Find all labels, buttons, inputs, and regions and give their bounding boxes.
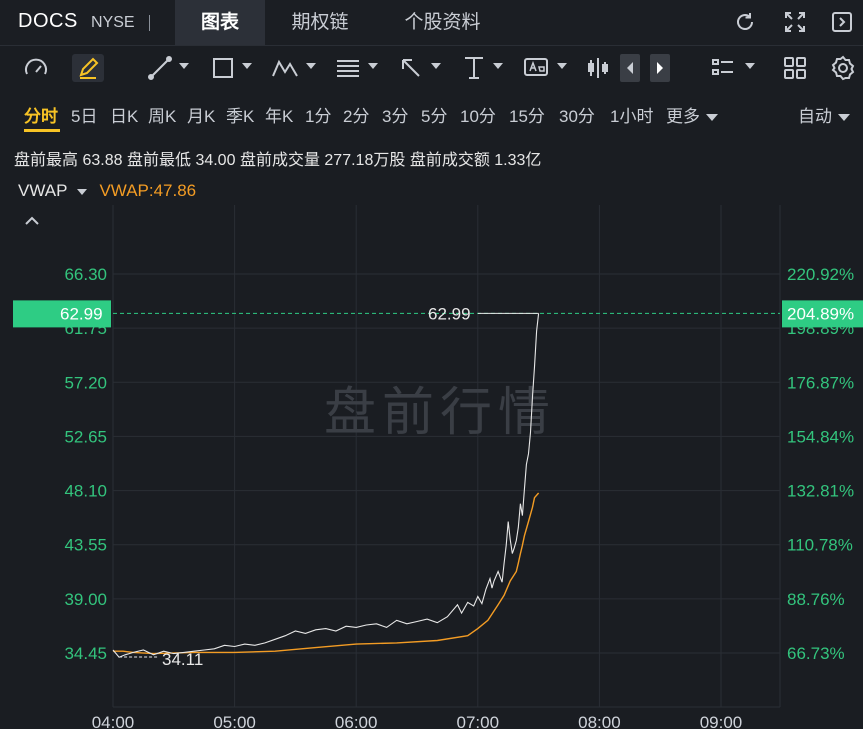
period-1m[interactable]: 1分	[305, 102, 331, 127]
period-15m[interactable]: 15分	[509, 102, 545, 127]
period-more[interactable]: 更多	[666, 102, 718, 127]
period-selector: 分时 5日 日K 周K 月K 季K 年K 1分 2分 3分 5分 10分 15分…	[0, 96, 863, 132]
chevron-down-icon	[706, 114, 718, 122]
x-axis-label: 07:00	[457, 713, 500, 729]
period-day-k[interactable]: 日K	[110, 102, 138, 127]
volume-label: 盘前成交量	[239, 152, 320, 169]
period-30m[interactable]: 30分	[559, 102, 595, 127]
y-axis-right-label: 220.92%	[787, 265, 854, 284]
x-axis-label: 04:00	[92, 713, 135, 729]
expand-icon[interactable]	[783, 10, 807, 34]
pattern-icon[interactable]	[270, 54, 300, 82]
arrow-icon[interactable]	[397, 54, 425, 82]
chevron-down-icon[interactable]	[368, 63, 378, 69]
indicator-selector[interactable]: VWAP	[18, 181, 67, 200]
period-1h[interactable]: 1小时	[610, 102, 653, 127]
y-axis-right-label: 154.84%	[787, 427, 854, 446]
candlestick-icon[interactable]	[586, 54, 610, 82]
mode-auto[interactable]: 自动	[798, 102, 850, 127]
low-label: 盘前最低	[126, 152, 191, 169]
tab-stock-profile[interactable]: 个股资料	[385, 0, 500, 45]
y-axis-left-label: 43.55	[64, 536, 107, 555]
drawing-toolbar	[0, 46, 863, 90]
period-intraday[interactable]: 分时	[24, 102, 58, 127]
y-axis-right-label: 110.78%	[787, 536, 853, 555]
y-axis-left-label: 66.30	[64, 265, 107, 284]
period-quarter-k[interactable]: 季K	[226, 102, 254, 127]
low-value: 34.00	[195, 152, 236, 169]
period-2m[interactable]: 2分	[343, 102, 369, 127]
y-axis-right-label: 132.81%	[787, 482, 854, 501]
chart-watermark: 盘前行情	[324, 384, 556, 442]
x-axis-label: 09:00	[700, 713, 743, 729]
fibonacci-icon[interactable]	[334, 54, 362, 82]
gear-icon[interactable]	[830, 54, 856, 82]
period-more-label: 更多	[666, 107, 700, 126]
max-price-label: 62.99	[428, 304, 471, 323]
trend-line-icon[interactable]	[146, 54, 174, 82]
x-axis-label: 05:00	[213, 713, 256, 729]
top-bar: DOCS NYSE 图表 期权链 个股资料	[0, 0, 863, 46]
high-value: 63.88	[82, 152, 123, 169]
speedometer-icon[interactable]	[22, 54, 50, 82]
period-month-k[interactable]: 月K	[187, 102, 215, 127]
header-divider	[149, 15, 150, 31]
chevron-down-icon[interactable]	[493, 63, 503, 69]
active-period-indicator	[24, 129, 60, 132]
text-annotation-icon[interactable]	[522, 54, 550, 82]
ticker-symbol: DOCS	[18, 10, 78, 32]
chevron-down-icon[interactable]	[306, 63, 316, 69]
measure-icon[interactable]	[460, 54, 488, 82]
list-icon[interactable]	[710, 54, 736, 82]
draw-pen-icon[interactable]	[72, 54, 104, 82]
indicator-row: VWAP VWAP:47.86	[18, 181, 196, 201]
current-pct-label: 204.89%	[787, 304, 854, 323]
y-axis-left-label: 48.10	[64, 482, 107, 501]
vwap-value: VWAP:47.86	[99, 181, 197, 200]
period-week-k[interactable]: 周K	[148, 102, 176, 127]
y-axis-right-label: 176.87%	[787, 373, 854, 392]
y-axis-right-label: 66.73%	[787, 644, 845, 663]
price-line	[112, 313, 540, 658]
mode-auto-label: 自动	[798, 107, 832, 126]
amount-label: 盘前成交额	[409, 152, 490, 169]
y-axis-left-label: 52.65	[64, 427, 107, 446]
chevron-down-icon	[838, 114, 850, 122]
min-price-label: 34.11	[162, 650, 203, 669]
x-axis-label: 06:00	[335, 713, 378, 729]
chevron-down-icon[interactable]	[242, 63, 252, 69]
period-5m[interactable]: 5分	[421, 102, 447, 127]
y-axis-left-label: 34.45	[64, 644, 107, 663]
vwap-line	[113, 492, 540, 655]
tab-options-chain[interactable]: 期权链	[275, 0, 365, 45]
chevron-down-icon[interactable]	[179, 63, 189, 69]
grid-layout-icon[interactable]	[782, 54, 808, 82]
chevron-down-icon[interactable]	[431, 63, 441, 69]
period-5d[interactable]: 5日	[71, 102, 97, 127]
chevron-down-icon[interactable]	[77, 188, 88, 195]
exchange-label: NYSE	[91, 14, 135, 31]
period-year-k[interactable]: 年K	[265, 102, 293, 127]
chevron-down-icon[interactable]	[745, 63, 755, 69]
amount-value: 1.33亿	[494, 152, 542, 169]
premarket-stats: 盘前最高 63.88 盘前最低 34.00 盘前成交量 277.18万股 盘前成…	[14, 146, 541, 170]
prev-arrow-icon[interactable]	[620, 54, 640, 82]
next-arrow-icon[interactable]	[650, 54, 670, 82]
period-3m[interactable]: 3分	[382, 102, 408, 127]
tab-chart[interactable]: 图表	[175, 0, 265, 45]
chevron-down-icon[interactable]	[557, 63, 567, 69]
current-price-label: 62.99	[60, 304, 103, 323]
refresh-icon[interactable]	[733, 10, 757, 34]
rectangle-icon[interactable]	[209, 54, 237, 82]
y-axis-left-label: 39.00	[64, 590, 107, 609]
y-axis-right-label: 88.76%	[787, 590, 845, 609]
price-chart[interactable]: 66.30 220.92%61.75 198.89%57.20 176.87%52.6…	[0, 205, 863, 729]
x-axis-label: 08:00	[578, 713, 621, 729]
collapse-panel-icon[interactable]	[830, 10, 854, 34]
period-10m[interactable]: 10分	[460, 102, 496, 127]
y-axis-left-label: 57.20	[64, 373, 107, 392]
high-label: 盘前最高	[14, 152, 79, 169]
volume-value: 277.18万股	[324, 152, 406, 169]
